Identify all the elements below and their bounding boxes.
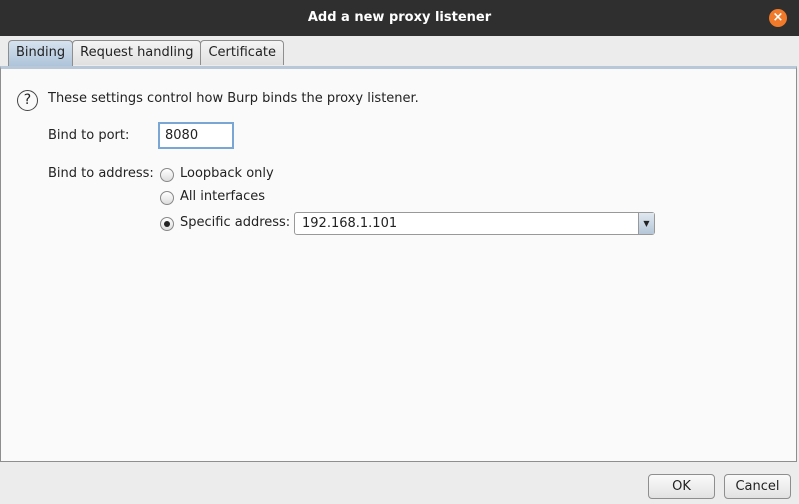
loopback-label[interactable]: Loopback only (180, 166, 274, 181)
address-select[interactable]: 192.168.1.101 ▼ (294, 212, 655, 235)
tab-bar: Binding Request handling Certificate (8, 40, 285, 66)
ok-button[interactable]: OK (648, 474, 715, 499)
dialog-title: Add a new proxy listener (307, 10, 492, 25)
chevron-down-icon[interactable]: ▼ (638, 213, 654, 234)
tab-certificate[interactable]: Certificate (200, 40, 285, 65)
all-interfaces-label[interactable]: All interfaces (180, 189, 265, 204)
tab-request-handling[interactable]: Request handling (72, 40, 202, 65)
address-label: Bind to address: (48, 166, 154, 181)
port-label: Bind to port: (48, 128, 130, 143)
radio-all-interfaces[interactable] (160, 191, 174, 205)
tab-binding[interactable]: Binding (8, 40, 74, 66)
cancel-button[interactable]: Cancel (724, 474, 791, 499)
address-value: 192.168.1.101 (302, 216, 398, 231)
help-icon[interactable]: ? (17, 90, 38, 111)
radio-loopback[interactable] (160, 168, 174, 182)
port-input[interactable]: 8080 (158, 122, 234, 149)
binding-panel: ? These settings control how Burp binds … (0, 66, 797, 462)
help-text: These settings control how Burp binds th… (48, 91, 419, 106)
title-bar: Add a new proxy listener × (0, 0, 799, 36)
radio-specific-address[interactable] (160, 217, 174, 231)
close-icon[interactable]: × (769, 9, 787, 27)
specific-address-label[interactable]: Specific address: (180, 215, 290, 230)
